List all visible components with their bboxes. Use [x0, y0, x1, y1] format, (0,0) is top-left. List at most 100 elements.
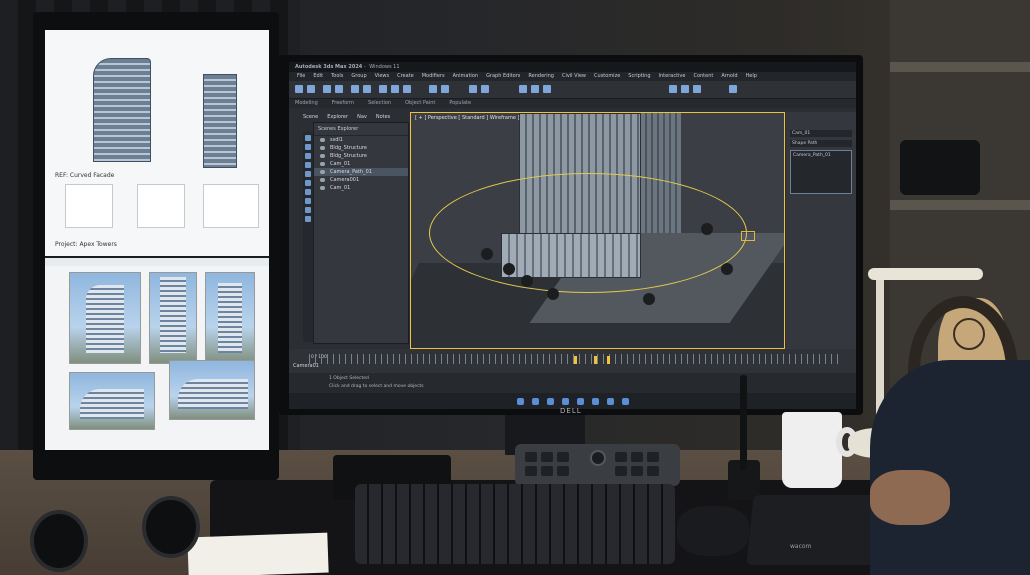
scene-item-camera-path-01[interactable]: Camera_Path_01: [314, 168, 408, 176]
curve-editor-icon[interactable]: [669, 85, 677, 93]
keyframe-marker[interactable]: [594, 356, 597, 364]
tree-model: [701, 223, 713, 235]
reference-photo: [205, 272, 255, 364]
headphone-cup: [30, 510, 88, 572]
timeline[interactable]: 0 / 100 Camera01: [289, 349, 856, 373]
group-icon[interactable]: [305, 198, 311, 204]
reference-photo: [69, 272, 141, 364]
search-icon[interactable]: [531, 397, 539, 405]
mail-icon[interactable]: [576, 397, 584, 405]
scene-item-ssdl1[interactable]: ssdl1: [314, 136, 408, 144]
menu-content[interactable]: Content: [693, 72, 713, 81]
rotate-icon[interactable]: [391, 85, 399, 93]
link-icon[interactable]: [323, 85, 331, 93]
layer-icon[interactable]: [693, 85, 701, 93]
scene-item-bldg-structure-2[interactable]: Bldg_Structure: [314, 152, 408, 160]
scene-item-camera001[interactable]: Camera001: [314, 176, 408, 184]
viewport-label[interactable]: [ + ] Perspective [ Standard ] Wireframe…: [415, 115, 519, 121]
menu-graph-editors[interactable]: Graph Editors: [486, 72, 520, 81]
menu-create[interactable]: Create: [397, 72, 414, 81]
scene-item-bldg-structure[interactable]: Bldg_Structure: [314, 144, 408, 152]
tab-explorer[interactable]: Explorer: [327, 113, 348, 122]
object-name-field[interactable]: Cam_01: [790, 130, 852, 137]
mirror-icon[interactable]: [469, 85, 477, 93]
modifier-item[interactable]: Camera_Path_01: [793, 153, 831, 158]
scene-item-cam-01[interactable]: Cam_01: [314, 160, 408, 168]
menu-animation[interactable]: Animation: [453, 72, 479, 81]
move-icon[interactable]: [379, 85, 387, 93]
tree-model: [521, 275, 533, 287]
filter-icon[interactable]: [305, 135, 311, 141]
explorer-header: Scenes Explorer: [314, 123, 408, 136]
browser-icon[interactable]: [561, 397, 569, 405]
menu-arnold[interactable]: Arnold: [721, 72, 737, 81]
camera-icon[interactable]: [741, 231, 755, 241]
warp-icon[interactable]: [305, 189, 311, 195]
teapot-render-icon[interactable]: [729, 85, 737, 93]
render-icon[interactable]: [543, 85, 551, 93]
ribbon-tab-freeform[interactable]: Freeform: [332, 99, 354, 108]
tree-model: [503, 263, 515, 275]
ribbon-tab-populate[interactable]: Populate: [449, 99, 471, 108]
detail-sketch: [137, 184, 185, 228]
settings-icon[interactable]: [621, 397, 629, 405]
angle-snap-icon[interactable]: [441, 85, 449, 93]
facade-label: REF: Curved Facade: [55, 172, 115, 179]
menu-rendering[interactable]: Rendering: [528, 72, 554, 81]
ribbon-tab-object-paint[interactable]: Object Paint: [405, 99, 435, 108]
keypad-knob: [590, 450, 606, 466]
schematic-view-icon[interactable]: [681, 85, 689, 93]
material-editor-icon[interactable]: [519, 85, 527, 93]
select-region-icon[interactable]: [363, 85, 371, 93]
keyframe-marker[interactable]: [574, 356, 577, 364]
file-explorer-icon[interactable]: [546, 397, 554, 405]
shape-icon[interactable]: [305, 153, 311, 159]
perspective-viewport[interactable]: [ + ] Perspective [ Standard ] Wireframe…: [410, 112, 785, 349]
reference-photo: [69, 372, 155, 430]
menu-modifiers[interactable]: Modifiers: [422, 72, 445, 81]
bone-icon[interactable]: [305, 216, 311, 222]
menu-views[interactable]: Views: [375, 72, 389, 81]
menu-file[interactable]: File: [297, 72, 305, 81]
main-toolbar: [289, 81, 856, 99]
select-icon[interactable]: [351, 85, 359, 93]
scene-item-cam-01-2[interactable]: Cam_01: [314, 184, 408, 192]
tab-nav[interactable]: Nav: [357, 113, 367, 122]
modifier-list-header[interactable]: Shape Path: [790, 140, 852, 147]
coffee-mug: [782, 412, 842, 488]
snap-icon[interactable]: [429, 85, 437, 93]
section-sketch: [65, 184, 113, 228]
modifier-stack[interactable]: Camera_Path_01: [790, 150, 852, 194]
tab-notes[interactable]: Notes: [376, 113, 390, 122]
menu-edit[interactable]: Edit: [313, 72, 323, 81]
xref-icon[interactable]: [305, 207, 311, 213]
camera-select[interactable]: Camera01: [293, 363, 319, 369]
helper-icon[interactable]: [305, 180, 311, 186]
photoshop-icon[interactable]: [606, 397, 614, 405]
ribbon-tab-modeling[interactable]: Modeling: [295, 99, 318, 108]
menu-group[interactable]: Group: [351, 72, 366, 81]
light-icon[interactable]: [305, 162, 311, 168]
align-icon[interactable]: [481, 85, 489, 93]
render-setup-icon[interactable]: [531, 85, 539, 93]
menu-civil-view[interactable]: Civil View: [562, 72, 586, 81]
scale-icon[interactable]: [403, 85, 411, 93]
undo-icon[interactable]: [295, 85, 303, 93]
camera-path-spline[interactable]: [429, 173, 747, 293]
ribbon-tab-selection[interactable]: Selection: [368, 99, 391, 108]
redo-icon[interactable]: [307, 85, 315, 93]
menu-customize[interactable]: Customize: [594, 72, 620, 81]
keyframe-marker[interactable]: [607, 356, 610, 364]
3dsmax-icon[interactable]: [591, 397, 599, 405]
tab-scene[interactable]: Scene: [303, 113, 318, 122]
unlink-icon[interactable]: [335, 85, 343, 93]
menu-tools[interactable]: Tools: [331, 72, 343, 81]
menu-scripting[interactable]: Scripting: [628, 72, 650, 81]
menu-help[interactable]: Help: [746, 72, 757, 81]
start-icon[interactable]: [516, 397, 524, 405]
photo-board: [45, 266, 269, 450]
geometry-icon[interactable]: [305, 144, 311, 150]
menu-interactive[interactable]: Interactive: [659, 72, 686, 81]
camera-icon[interactable]: [305, 171, 311, 177]
desk-scene: REF: Curved Facade Project: Apex Towers …: [0, 0, 1030, 575]
